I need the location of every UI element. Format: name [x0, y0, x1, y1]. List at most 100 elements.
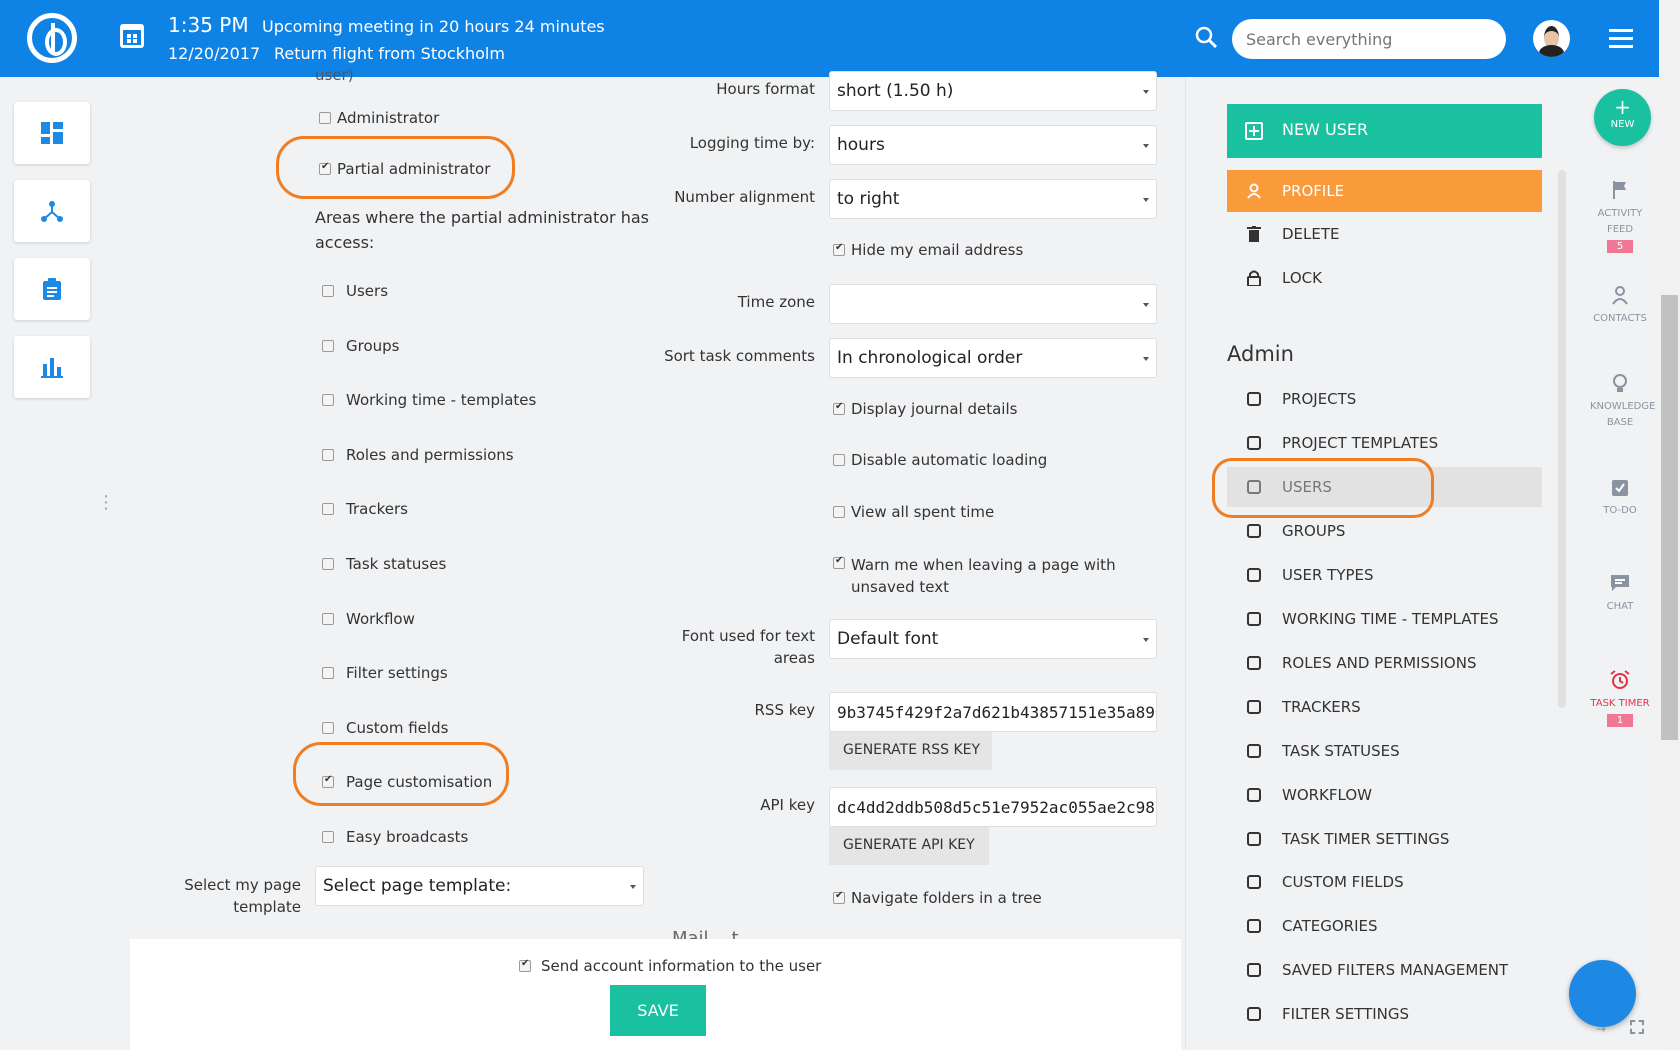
hours-format-select[interactable]: short (1.50 h): [829, 71, 1157, 111]
area-label: Groups: [346, 337, 400, 355]
disable-loading-label: Disable automatic loading: [851, 451, 1048, 469]
projects-button[interactable]: [14, 180, 90, 242]
admin-menu-item[interactable]: USER TYPES: [1227, 555, 1542, 595]
admin-menu-label: USER TYPES: [1282, 566, 1374, 584]
right-panel-scrollbar[interactable]: [1558, 170, 1566, 708]
lock-label: LOCK: [1282, 269, 1322, 287]
admin-menu-item[interactable]: CATEGORIES: [1227, 906, 1542, 946]
logging-time-select[interactable]: hours: [829, 125, 1157, 165]
projects-icon: [41, 201, 63, 222]
admin-menu-item[interactable]: SAVED FILTERS MANAGEMENT: [1227, 950, 1542, 990]
search-input[interactable]: [1232, 19, 1506, 59]
display-journal-label: Display journal details: [851, 400, 1018, 418]
view-spent-checkbox[interactable]: [833, 506, 845, 518]
chat-item[interactable]: CHAT: [1580, 573, 1660, 615]
filter-icon: [1247, 963, 1261, 977]
disable-loading-checkbox[interactable]: [833, 454, 845, 466]
admin-menu-item[interactable]: FILTER SETTINGS: [1227, 994, 1542, 1034]
tasks-button[interactable]: [14, 258, 90, 320]
activity-feed-item[interactable]: ACTIVITY FEED 5: [1580, 180, 1660, 255]
admin-menu-item[interactable]: CUSTOM FIELDS: [1227, 862, 1542, 902]
page-scrollbar-thumb[interactable]: [1661, 295, 1678, 740]
user-type-icon: [1247, 568, 1261, 582]
calendar-icon[interactable]: [120, 24, 144, 48]
knowledge-base-item[interactable]: KNOWLEDGE BASE: [1580, 373, 1660, 431]
todo-item[interactable]: TO-DO: [1580, 477, 1660, 519]
admin-menu-item[interactable]: TASK STATUSES: [1227, 731, 1542, 771]
area-checkbox[interactable]: [322, 394, 334, 406]
sort-comments-label: Sort task comments: [664, 347, 815, 365]
top-bar: 1:35 PM 12/20/2017 Upcoming meeting in 2…: [0, 0, 1659, 77]
highlight-ring-partial-admin: [276, 136, 515, 199]
chat-label: CHAT: [1606, 601, 1634, 612]
area-checkbox[interactable]: [322, 340, 334, 352]
administrator-checkbox[interactable]: [319, 112, 331, 124]
lock-menu-item[interactable]: LOCK: [1227, 258, 1542, 298]
area-label: Users: [346, 282, 389, 300]
area-checkbox[interactable]: [322, 558, 334, 570]
logging-time-label: Logging time by:: [689, 134, 815, 152]
navigate-tree-checkbox[interactable]: [833, 890, 845, 904]
delete-menu-item[interactable]: DELETE: [1227, 214, 1542, 254]
admin-menu-item[interactable]: ROLES AND PERMISSIONS: [1227, 643, 1542, 683]
current-date: 12/20/2017: [168, 44, 261, 63]
admin-menu-item[interactable]: PROJECT TEMPLATES: [1227, 423, 1542, 463]
font-select[interactable]: Default font: [829, 619, 1157, 659]
contacts-item[interactable]: CONTACTS: [1580, 285, 1660, 327]
floating-action-button[interactable]: [1569, 960, 1636, 1027]
app-logo[interactable]: [27, 13, 77, 63]
reports-button[interactable]: [14, 336, 90, 398]
hide-email-checkbox[interactable]: [833, 242, 845, 256]
send-account-checkbox[interactable]: [519, 958, 531, 972]
task-timer-badge: 1: [1606, 714, 1634, 727]
area-checkbox[interactable]: [322, 503, 334, 515]
area-checkbox[interactable]: [322, 831, 334, 843]
area-checkbox[interactable]: [322, 285, 334, 297]
area-checkbox[interactable]: [322, 449, 334, 461]
mail-section-heading-partial: Mail. . t: [672, 928, 739, 939]
upcoming-event[interactable]: Upcoming meeting in 20 hours 24 minutes: [262, 17, 605, 36]
highlight-ring-page-customisation: [293, 742, 509, 806]
sort-comments-select[interactable]: In chronological order: [829, 338, 1157, 378]
number-alignment-select[interactable]: to right: [829, 179, 1157, 219]
area-checkbox[interactable]: [322, 613, 334, 625]
contact-person-icon: [1612, 286, 1628, 305]
new-button[interactable]: + NEW: [1594, 89, 1651, 146]
area-checkbox[interactable]: [322, 667, 334, 679]
page-template-select[interactable]: Select page template:: [315, 866, 644, 906]
new-user-button[interactable]: NEW USER: [1227, 104, 1542, 158]
send-account-label: Send account information to the user: [541, 957, 822, 975]
warn-unsaved-checkbox[interactable]: [833, 555, 845, 569]
admin-menu-item[interactable]: TASK TIMER SETTINGS: [1227, 819, 1542, 859]
plus-icon: +: [1614, 95, 1631, 119]
person-icon: [1247, 183, 1261, 199]
user-avatar[interactable]: [1533, 20, 1570, 57]
contacts-label: CONTACTS: [1593, 313, 1647, 324]
api-key-field[interactable]: dc4dd2ddb508d5c51e7952ac055ae2c98f: [829, 787, 1157, 827]
save-button[interactable]: SAVE: [610, 985, 706, 1036]
time-zone-select[interactable]: [829, 284, 1157, 324]
generate-rss-key-button[interactable]: GENERATE RSS KEY: [829, 732, 992, 770]
admin-menu-item[interactable]: WORKFLOW: [1227, 775, 1542, 815]
area-checkbox[interactable]: [322, 722, 334, 734]
display-journal-checkbox[interactable]: [833, 401, 845, 415]
dashboard-button[interactable]: [14, 102, 90, 164]
search-icon[interactable]: [1195, 26, 1217, 48]
admin-menu-label: TRACKERS: [1282, 698, 1361, 716]
collapse-arrow-icon[interactable]: →: [1596, 1022, 1606, 1036]
left-sidebar-resize-handle[interactable]: ⋮: [97, 494, 115, 512]
admin-menu-label: GROUPS: [1282, 522, 1346, 540]
profile-menu-item[interactable]: PROFILE: [1227, 170, 1542, 212]
generate-api-key-button[interactable]: GENERATE API KEY: [829, 827, 989, 865]
fullscreen-icon[interactable]: [1630, 1020, 1644, 1034]
admin-menu-item[interactable]: PROJECTS: [1227, 379, 1542, 419]
task-timer-item[interactable]: TASK TIMER 1: [1580, 670, 1660, 729]
rss-key-field[interactable]: 9b3745f429f2a7d621b43857151e35a890: [829, 692, 1157, 732]
page-scrollbar[interactable]: [1659, 0, 1680, 1050]
admin-heading: Admin: [1227, 342, 1294, 366]
upcoming-event-2[interactable]: Return flight from Stockholm: [274, 44, 505, 63]
admin-menu-item[interactable]: WORKING TIME - TEMPLATES: [1227, 599, 1542, 639]
menu-icon[interactable]: [1609, 29, 1633, 48]
navigate-tree-label: Navigate folders in a tree: [851, 889, 1042, 907]
admin-menu-item[interactable]: TRACKERS: [1227, 687, 1542, 727]
